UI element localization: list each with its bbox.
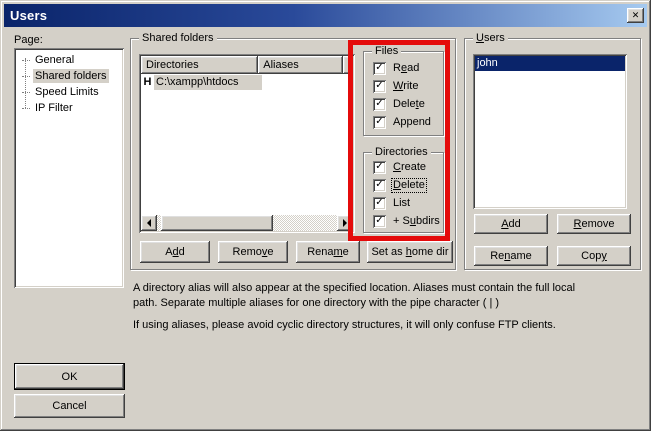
tree-connector [22,76,30,77]
checkbox-file-write[interactable]: ✓ Write [373,79,419,93]
checkbox-box[interactable]: ✓ [373,215,386,228]
users-listbox: john [473,54,627,209]
check-icon: ✓ [375,63,383,73]
check-icon: ✓ [375,180,383,190]
rename-folder-button[interactable]: Rename [296,241,360,263]
set-home-dir-button[interactable]: Set as home dir [367,241,453,263]
close-icon: ✕ [632,10,640,21]
checkbox-file-append[interactable]: ✓ Append [373,115,432,129]
checkbox-file-delete[interactable]: ✓ Delete [373,97,426,111]
checkbox-file-read[interactable]: ✓ Read [373,61,420,75]
scroll-left-icon [143,219,151,227]
directories-permissions-group: Directories ✓ Create ✓ Delete ✓ List ✓ +… [363,152,444,233]
checkbox-box[interactable]: ✓ [373,98,386,111]
tree-item-shared-folders[interactable]: Shared folders [18,68,120,84]
checkbox-box[interactable]: ✓ [373,62,386,75]
page-tree: General Shared folders Speed Limits IP F… [14,48,124,288]
checkbox-box[interactable]: ✓ [373,161,386,174]
directories-listview: Directories Aliases H C:\xampp\htdocs [139,54,355,233]
rename-user-button[interactable]: Rename [474,246,548,266]
users-group-label: Users [473,31,508,46]
checkbox-dir-subdirs[interactable]: ✓ + Subdirs [373,214,441,228]
tree-item-ip-filter[interactable]: IP Filter [18,100,120,116]
description-line: path. Separate multiple aliases for one … [133,296,638,311]
checkbox-box[interactable]: ✓ [373,80,386,93]
shared-folders-group-label: Shared folders [139,31,217,46]
checkbox-dir-delete[interactable]: ✓ Delete [373,178,426,192]
remove-user-button[interactable]: Remove [557,214,631,234]
page-label: Page: [14,34,43,46]
description-line: A directory alias will also appear at th… [133,281,638,296]
column-header-directories[interactable]: Directories [141,56,258,74]
ok-button[interactable]: OK [14,363,125,390]
close-button[interactable]: ✕ [627,8,644,23]
tree-connector [22,60,30,61]
column-header-filler [343,56,353,74]
user-row-john[interactable]: john [475,56,625,71]
home-dir-flag: H [141,76,154,88]
description-line: If using aliases, please avoid cyclic di… [133,318,638,333]
scroll-left-button[interactable] [141,215,157,231]
users-dialog: Users ✕ Page: General Shared folders Spe… [0,0,651,431]
check-icon: ✓ [375,117,383,127]
check-icon: ✓ [375,81,383,91]
add-folder-button[interactable]: Add [140,241,210,263]
checkbox-box[interactable]: ✓ [373,179,386,192]
tree-item-speed-limits[interactable]: Speed Limits [18,84,120,100]
check-icon: ✓ [375,162,383,172]
directory-path: C:\xampp\htdocs [154,75,262,90]
users-group: Users john Add Remove Rename Copy [464,38,641,270]
check-icon: ✓ [375,216,383,226]
checkbox-box[interactable]: ✓ [373,197,386,210]
checkbox-box[interactable]: ✓ [373,116,386,129]
window-title: Users [10,8,47,23]
checkbox-dir-list[interactable]: ✓ List [373,196,411,210]
title-bar[interactable]: Users ✕ [4,4,647,27]
tree-connector [22,92,30,93]
scroll-right-icon [343,219,351,227]
scrollbar-thumb[interactable] [161,215,273,231]
directories-group-label: Directories [372,145,431,160]
column-header-aliases[interactable]: Aliases [258,56,343,74]
alias-description: A directory alias will also appear at th… [133,281,638,333]
check-icon: ✓ [375,99,383,109]
checkbox-dir-create[interactable]: ✓ Create [373,160,427,174]
cancel-button[interactable]: Cancel [14,394,125,418]
files-group-label: Files [372,44,401,59]
check-icon: ✓ [375,198,383,208]
remove-folder-button[interactable]: Remove [218,241,288,263]
add-user-button[interactable]: Add [474,214,548,234]
files-permissions-group: Files ✓ Read ✓ Write ✓ Delete ✓ Append [363,51,444,136]
directory-row[interactable]: H C:\xampp\htdocs [141,74,353,90]
tree-connector [22,108,30,109]
tree-item-general[interactable]: General [18,52,120,68]
listview-header: Directories Aliases [141,56,353,74]
horizontal-scrollbar[interactable] [141,215,353,231]
copy-user-button[interactable]: Copy [557,246,631,266]
scroll-right-button[interactable] [337,215,353,231]
